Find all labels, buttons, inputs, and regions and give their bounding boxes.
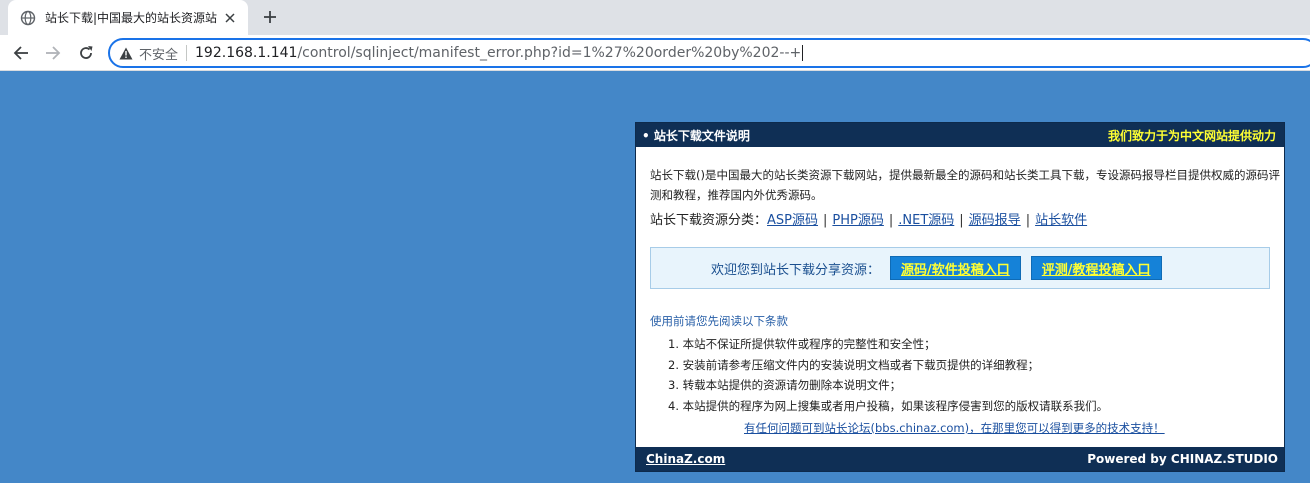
globe-icon bbox=[20, 10, 36, 26]
category-links: 站长下载资源分类：ASP源码 | PHP源码 | .NET源码 | 源码报导 | 站长软件 bbox=[650, 209, 1087, 228]
panel-footer: ChinaZ.com Powered by CHINAZ.STUDIO bbox=[636, 447, 1284, 471]
url-path: /control/sqlinject/manifest_error.php?id… bbox=[297, 45, 802, 61]
category-link-php[interactable]: PHP源码 bbox=[832, 213, 883, 228]
url-host: 192.168.1.141 bbox=[195, 45, 298, 61]
security-label[interactable]: 不安全 bbox=[139, 44, 178, 63]
list-item: 1. 本站不保证所提供软件或程序的完整性和安全性； bbox=[668, 337, 936, 351]
intro-text: 站长下载()是中国最大的站长类资源下载网站，提供最新最全的源码和站长类工具下载，… bbox=[650, 168, 1280, 202]
footer-powered: Powered by CHINAZ.STUDIO bbox=[1087, 452, 1278, 466]
info-panel: • 站长下载文件说明 我们致力于为中文网站提供动力 站长下载()是中国最大的站长… bbox=[635, 122, 1285, 472]
share-box: 欢迎您到站长下载分享资源： 源码/软件投稿入口 评测/教程投稿入口 bbox=[650, 247, 1270, 289]
submit-source-button[interactable]: 源码/软件投稿入口 bbox=[890, 256, 1021, 280]
text-caret bbox=[802, 45, 804, 61]
submit-review-button[interactable]: 评测/教程投稿入口 bbox=[1030, 256, 1162, 280]
panel-title: • 站长下载文件说明 bbox=[642, 128, 750, 143]
browser-tab[interactable]: 站长下载|中国最大的站长资源站 bbox=[8, 0, 248, 35]
panel-header: • 站长下载文件说明 我们致力于为中文网站提供动力 bbox=[636, 123, 1284, 147]
panel-slogan: 我们致力于为中文网站提供动力 bbox=[1107, 128, 1276, 143]
separator: | bbox=[823, 213, 828, 228]
list-item: 2. 安装前请参考压缩文件内的安装说明文档或者下载页提供的详细教程； bbox=[668, 357, 1040, 372]
categories-label: 站长下载资源分类： bbox=[650, 213, 768, 228]
plus-icon[interactable] bbox=[259, 6, 281, 28]
tab-strip: 站长下载|中国最大的站长资源站 bbox=[0, 0, 1310, 35]
category-link-report[interactable]: 源码报导 bbox=[969, 213, 1021, 228]
reload-icon[interactable] bbox=[74, 41, 98, 65]
arrow-right-icon[interactable] bbox=[41, 41, 65, 65]
warning-icon[interactable] bbox=[118, 45, 134, 61]
browser-toolbar: 不安全 192.168.1.141/control/sqlinject/mani… bbox=[0, 35, 1310, 71]
support-forum-link[interactable]: 有任何问题可到站长论坛(bbs.chinaz.com)，在那里您可以得到更多的技… bbox=[744, 420, 1165, 436]
terms-list: 1. 本站不保证所提供软件或程序的完整性和安全性； 2. 安装前请参考压缩文件内… bbox=[668, 334, 1108, 416]
separator: | bbox=[959, 213, 964, 228]
arrow-left-icon[interactable] bbox=[9, 41, 33, 65]
category-link-software[interactable]: 站长软件 bbox=[1035, 213, 1087, 228]
separator: | bbox=[1025, 213, 1031, 228]
category-link-net[interactable]: .NET源码 bbox=[898, 213, 954, 228]
close-icon[interactable] bbox=[222, 10, 238, 26]
share-text: 欢迎您到站长下载分享资源： bbox=[711, 262, 881, 278]
list-item: 4. 本站提供的程序为网上搜集或者用户投稿，如果该程序侵害到您的版权请联系我们。 bbox=[668, 398, 1109, 413]
category-link-asp[interactable]: ASP源码 bbox=[767, 213, 818, 228]
list-item: 3. 转载本站提供的资源请勿删除本说明文件； bbox=[668, 378, 902, 392]
separator: | bbox=[888, 213, 894, 228]
tab-title: 站长下载|中国最大的站长资源站 bbox=[45, 11, 218, 25]
footer-link[interactable]: ChinaZ.com bbox=[646, 452, 725, 466]
terms-title: 使用前请您先阅读以下条款 bbox=[650, 314, 788, 328]
omnibox-divider bbox=[186, 45, 188, 61]
address-bar[interactable]: 不安全 192.168.1.141/control/sqlinject/mani… bbox=[108, 38, 1310, 68]
